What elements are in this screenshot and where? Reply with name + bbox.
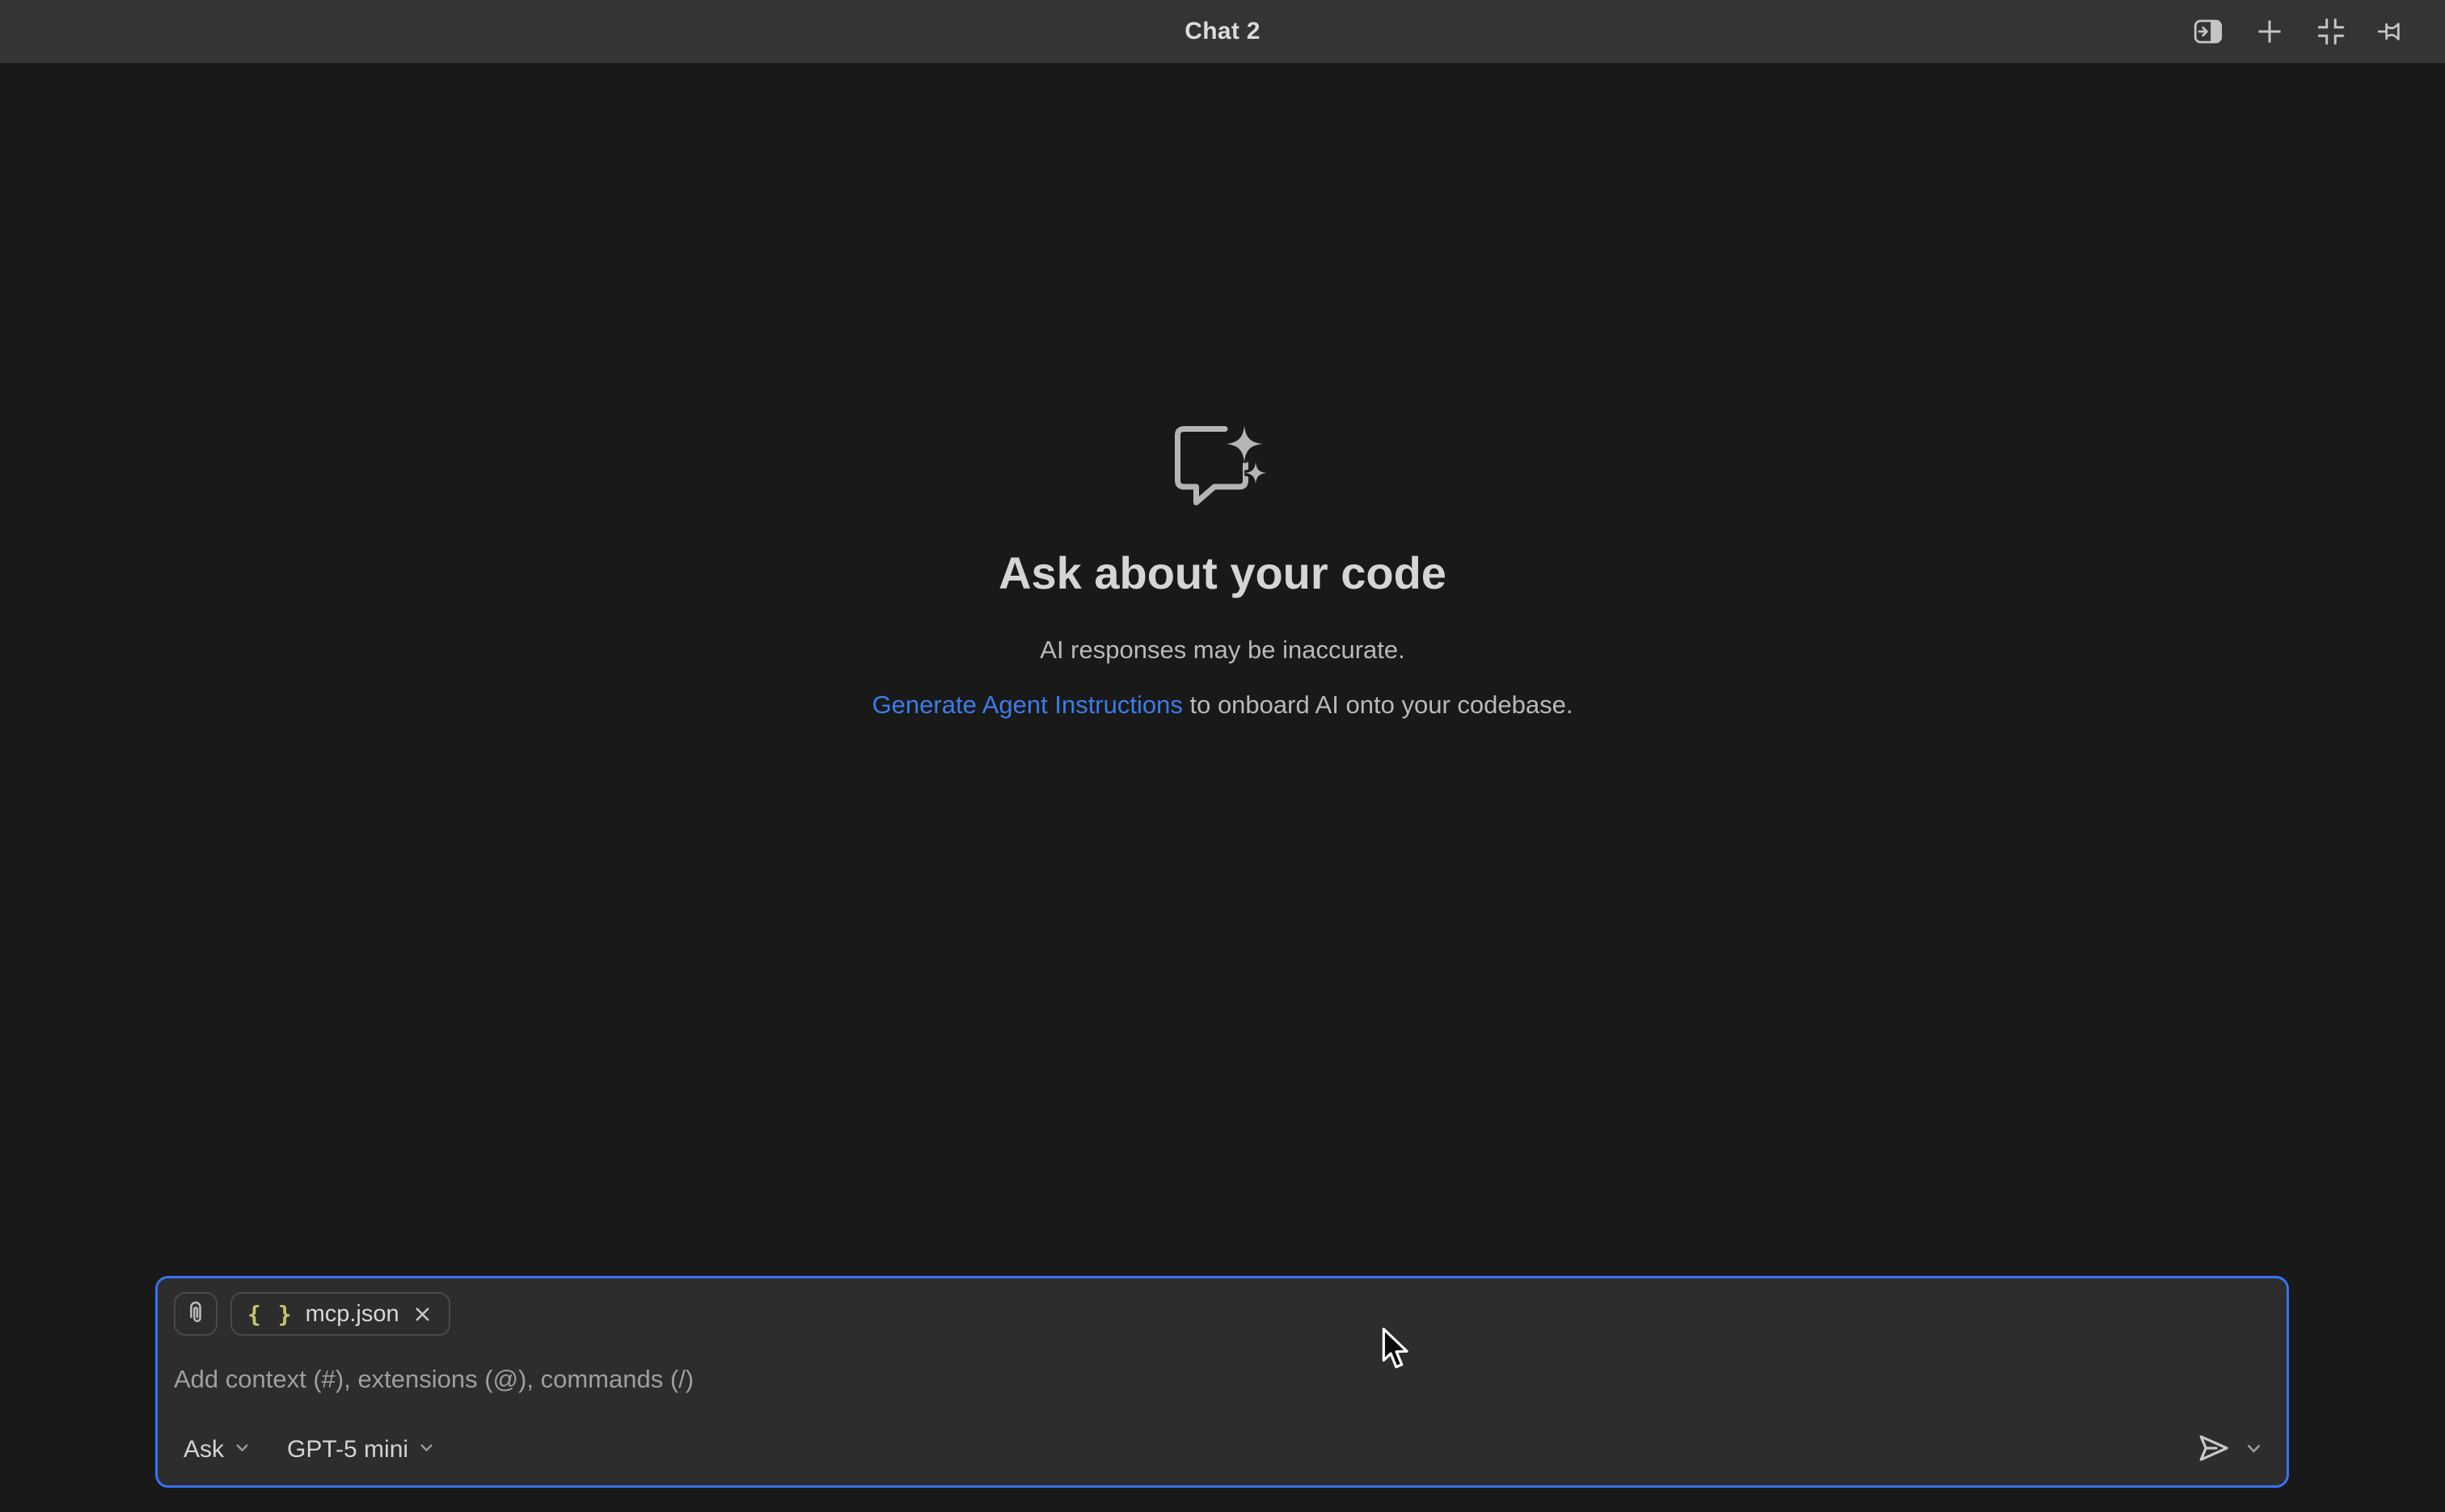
empty-state: Ask about your code AI responses may be … xyxy=(0,424,2445,720)
send-button[interactable] xyxy=(2195,1430,2232,1469)
pin-button[interactable] xyxy=(2375,14,2410,49)
context-chip-mcp-json[interactable]: { } mcp.json xyxy=(230,1292,450,1336)
message-input[interactable]: Add context (#), extensions (@), command… xyxy=(174,1363,2270,1396)
ai-chat-panel: Chat 2 xyxy=(0,0,2445,1512)
pin-icon xyxy=(2375,15,2409,49)
chevron-down-icon xyxy=(233,1436,251,1463)
onboard-suffix-text: to onboard AI onto your codebase. xyxy=(1183,691,1573,719)
chat-composer[interactable]: { } mcp.json Add context (#), extensions… xyxy=(155,1276,2289,1488)
attach-file-button[interactable] xyxy=(174,1292,217,1336)
empty-state-heading: Ask about your code xyxy=(999,547,1446,599)
mode-selector[interactable]: Ask xyxy=(184,1436,251,1463)
model-selector-label: GPT-5 mini xyxy=(287,1436,408,1463)
ai-disclaimer-text: AI responses may be inaccurate. xyxy=(1040,635,1404,665)
paper-plane-icon xyxy=(2195,1430,2232,1469)
paperclip-icon xyxy=(181,1299,210,1330)
dock-panel-button[interactable] xyxy=(2190,14,2226,49)
chat-tab-title: Chat 2 xyxy=(1184,18,1261,45)
chevron-down-icon xyxy=(2244,1438,2264,1461)
generate-agent-instructions-link[interactable]: Generate Agent Instructions xyxy=(872,691,1183,719)
titlebar-actions xyxy=(2190,0,2410,63)
chat-sparkles-icon xyxy=(1173,424,1272,509)
json-file-icon: { } xyxy=(247,1301,293,1328)
context-chip-filename: mcp.json xyxy=(306,1301,399,1328)
collapse-button[interactable] xyxy=(2313,14,2349,49)
model-selector[interactable]: GPT-5 mini xyxy=(287,1436,436,1463)
send-group xyxy=(2195,1430,2270,1469)
send-options-button[interactable] xyxy=(2244,1438,2264,1461)
new-chat-button[interactable] xyxy=(2252,14,2287,49)
mode-selector-label: Ask xyxy=(184,1436,224,1463)
onboard-line: Generate Agent Instructions to onboard A… xyxy=(872,690,1573,720)
chevron-down-icon xyxy=(417,1436,436,1463)
dock-panel-right-icon xyxy=(2191,15,2225,49)
collapse-icon xyxy=(2314,15,2348,49)
remove-context-button[interactable] xyxy=(412,1303,433,1325)
composer-attachments-row: { } mcp.json xyxy=(174,1292,2270,1336)
plus-icon xyxy=(2253,15,2287,49)
composer-controls-row: Ask GPT-5 mini xyxy=(174,1430,2270,1469)
titlebar: Chat 2 xyxy=(0,0,2445,63)
